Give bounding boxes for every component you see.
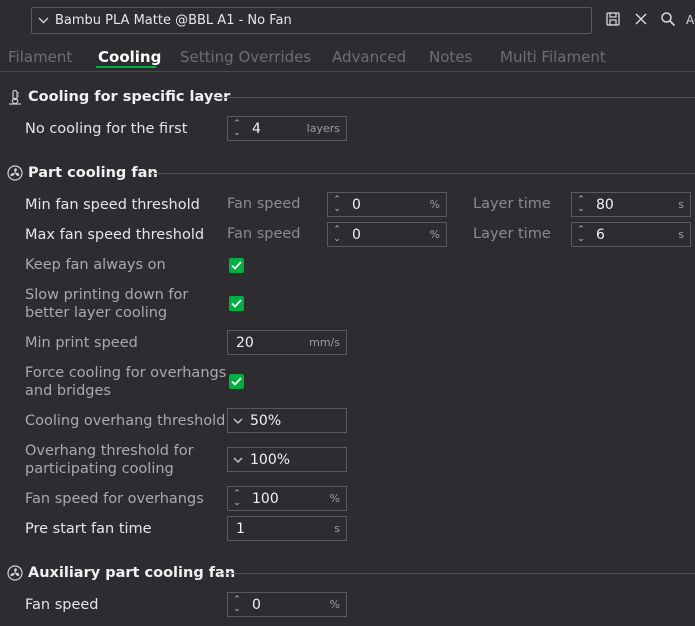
fan-icon: [7, 165, 23, 181]
spin-arrows-icon[interactable]: ⌃ ⌄: [572, 223, 590, 246]
chevron-down-icon: [228, 453, 248, 466]
tab-advanced[interactable]: Advanced: [332, 48, 406, 66]
tab-multi-filament[interactable]: Multi Filament: [500, 48, 606, 66]
tab-cooling[interactable]: Cooling: [98, 48, 161, 66]
spin-arrows-icon[interactable]: ⌃ ⌄: [228, 487, 246, 510]
overhang-threshold-select[interactable]: 50%: [227, 408, 347, 433]
preset-dropdown[interactable]: Bambu PLA Matte @BBL A1 - No Fan: [31, 7, 592, 34]
max-layer-time-input[interactable]: ⌃ ⌄ 6 s: [571, 222, 691, 247]
active-tab-indicator: [96, 66, 156, 68]
participating-threshold-label-line2: participating cooling: [25, 461, 174, 477]
min-print-speed-label: Min print speed: [25, 335, 138, 351]
slow-down-checkbox[interactable]: [229, 296, 244, 311]
no-cooling-label: No cooling for the first: [25, 121, 188, 137]
force-cooling-label-line2: and bridges: [25, 383, 111, 399]
keep-fan-on-checkbox[interactable]: [229, 258, 244, 273]
min-layer-time-input[interactable]: ⌃ ⌄ 80 s: [571, 192, 691, 217]
aux-fan-speed-label: Fan speed: [25, 597, 99, 613]
chevron-down-icon: [38, 14, 52, 27]
section-header-part-fan: Part cooling fan: [7, 163, 158, 183]
section-title: Cooling for specific layer: [28, 89, 231, 105]
pre-start-input[interactable]: 1 s: [227, 516, 347, 541]
pre-start-label: Pre start fan time: [25, 521, 152, 537]
no-cooling-layers-input[interactable]: ⌃ ⌄ 4 layers: [227, 116, 347, 141]
section-title: Part cooling fan: [28, 165, 158, 181]
preset-toolbar: Bambu PLA Matte @BBL A1 - No Fan Ac: [0, 0, 695, 40]
chevron-down-icon: [228, 414, 248, 427]
layer-time-sublabel: Layer time: [473, 226, 551, 242]
tab-filament[interactable]: Filament: [8, 48, 72, 66]
check-icon: [231, 299, 242, 308]
overhang-threshold-label: Cooling overhang threshold: [25, 413, 226, 429]
save-icon[interactable]: [605, 11, 623, 29]
thermometer-icon: [7, 89, 23, 105]
slow-down-label-line1: Slow printing down for: [25, 287, 189, 303]
check-icon: [231, 377, 242, 386]
spin-arrows-icon[interactable]: ⌃ ⌄: [572, 193, 590, 216]
close-icon[interactable]: [633, 11, 651, 29]
fan-icon: [7, 565, 23, 581]
spin-arrows-icon[interactable]: ⌃ ⌄: [228, 593, 246, 616]
section-divider: [222, 573, 695, 574]
fan-speed-sublabel: Fan speed: [227, 226, 301, 242]
spin-arrows-icon[interactable]: ⌃ ⌄: [328, 193, 346, 216]
participating-threshold-select[interactable]: 100%: [227, 447, 347, 472]
section-header-layer: Cooling for specific layer: [7, 87, 230, 107]
section-divider: [150, 173, 695, 174]
slow-down-label-line2: better layer cooling: [25, 305, 168, 321]
fan-speed-sublabel: Fan speed: [227, 196, 301, 212]
spin-arrows-icon[interactable]: ⌃ ⌄: [328, 223, 346, 246]
participating-threshold-label-line1: Overhang threshold for: [25, 443, 194, 459]
search-icon[interactable]: [660, 11, 678, 29]
preset-name: Bambu PLA Matte @BBL A1 - No Fan: [55, 13, 292, 28]
tab-setting-overrides[interactable]: Setting Overrides: [180, 48, 311, 66]
spin-arrows-icon[interactable]: ⌃ ⌄: [228, 117, 246, 140]
section-title: Auxiliary part cooling fan: [28, 565, 236, 581]
max-fan-speed-input[interactable]: ⌃ ⌄ 0 %: [327, 222, 447, 247]
tab-notes[interactable]: Notes: [429, 48, 472, 66]
min-fan-speed-input[interactable]: ⌃ ⌄ 0 %: [327, 192, 447, 217]
min-print-speed-input[interactable]: 20 mm/s: [227, 330, 347, 355]
min-fan-threshold-label: Min fan speed threshold: [25, 197, 200, 213]
check-icon: [231, 261, 242, 270]
fan-overhangs-input[interactable]: ⌃ ⌄ 100 %: [227, 486, 347, 511]
max-fan-threshold-label: Max fan speed threshold: [25, 227, 205, 243]
aux-fan-speed-input[interactable]: ⌃ ⌄ 0 %: [227, 592, 347, 617]
force-cooling-checkbox[interactable]: [229, 374, 244, 389]
section-header-aux-fan: Auxiliary part cooling fan: [7, 563, 235, 583]
fan-overhangs-label: Fan speed for overhangs: [25, 491, 204, 507]
layer-time-sublabel: Layer time: [473, 196, 551, 212]
toolbar-overflow-text[interactable]: Ac: [686, 13, 695, 27]
force-cooling-label-line1: Force cooling for overhangs: [25, 365, 227, 381]
section-divider: [214, 97, 695, 98]
keep-fan-on-label: Keep fan always on: [25, 257, 166, 273]
